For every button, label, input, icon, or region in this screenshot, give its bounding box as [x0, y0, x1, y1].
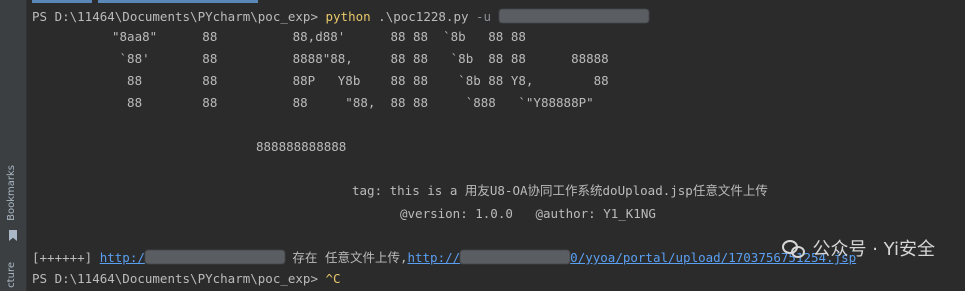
prompt: PS D:\11464\Documents\PYcharm\poc_exp> [32, 271, 326, 286]
banner-line-3: 88 88 88P Y8b 88 88 `8b 88 Y8, 88 [112, 73, 609, 88]
bookmark-icon[interactable] [9, 230, 17, 241]
left-tool-gutter: Bookmarks cture [0, 0, 27, 291]
redacted-host-2 [460, 250, 571, 264]
result-line: [++++++] http:/ 存在 任意文件上传,http://0/yyoa/… [32, 249, 856, 267]
script-arg: .\poc1228.py [370, 9, 477, 24]
version-line: @version: 1.0.0 @author: Y1_K1NG [400, 206, 656, 221]
watermark: 公众号 · Yi安全 [782, 235, 935, 261]
flag: -u [476, 9, 492, 24]
command: python [325, 9, 371, 24]
result-prefix: [++++++] [32, 250, 100, 265]
redacted-host-1 [144, 250, 285, 264]
bookmarks-tab[interactable]: Bookmarks [6, 165, 17, 221]
interrupt-text: ^C [325, 271, 341, 286]
banner-line-2: `88' 88 8888"88, 88 88 `8b 88 88 88888 [112, 51, 609, 66]
result-middle: 存在 任意文件上传, [292, 250, 408, 265]
command-line: PS D:\11464\Documents\PYcharm\poc_exp> p… [32, 8, 649, 26]
result-link-1[interactable]: http:/ [100, 250, 145, 265]
watermark-text: 公众号 · Yi安全 [812, 239, 935, 260]
final-prompt-line: PS D:\11464\Documents\PYcharm\poc_exp> ^… [32, 270, 341, 288]
banner-line-1: "8aa8" 88 88,d88' 88 88 `8b 88 88 [112, 29, 526, 44]
tag-line: tag: this is a 用友U8-OA协同工作系统doUpload.jsp… [352, 183, 768, 198]
banner-underline: 888888888888 [256, 139, 347, 154]
redacted-url [498, 9, 649, 23]
structure-tab[interactable]: cture [6, 262, 17, 288]
banner-line-4: 88 88 88 "88, 88 88 `888 `"Y88888P" [112, 95, 594, 110]
prompt: PS D:\11464\Documents\PYcharm\poc_exp> [32, 9, 326, 24]
wechat-icon [782, 239, 806, 258]
